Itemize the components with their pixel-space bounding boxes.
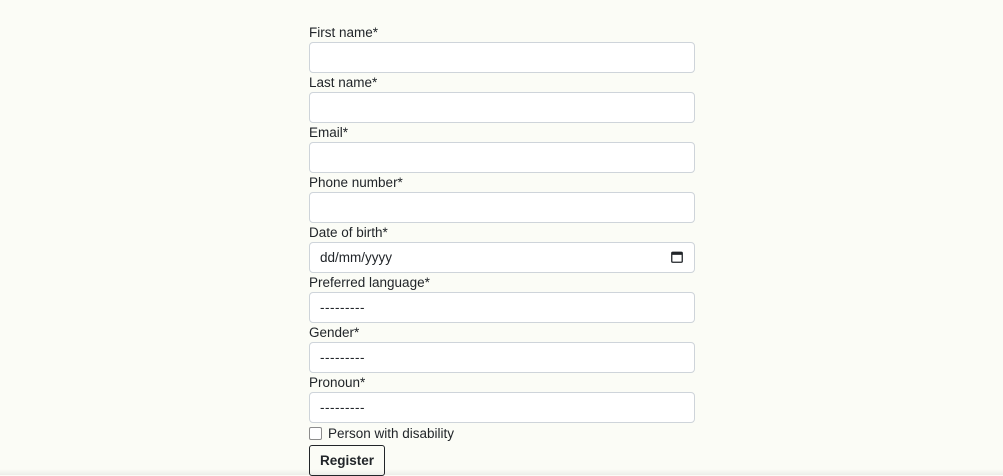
phone-number-label: Phone number* <box>309 175 403 190</box>
gender-label: Gender* <box>309 325 360 340</box>
preferred-language-selected: --------- <box>320 300 365 315</box>
registration-form: First name* Last name* Email* Phone numb… <box>309 24 695 476</box>
phone-number-input[interactable] <box>309 192 695 223</box>
disability-checkbox[interactable] <box>309 427 322 440</box>
disability-checkbox-label[interactable]: Person with disability <box>328 425 454 442</box>
disability-checkbox-row[interactable]: Person with disability <box>309 425 695 442</box>
first-name-input[interactable] <box>309 42 695 73</box>
gender-select[interactable]: --------- <box>309 342 695 373</box>
page-bottom-shadow <box>0 469 1003 475</box>
date-of-birth-input[interactable]: dd/mm/yyyy <box>309 242 695 273</box>
pronoun-selected: --------- <box>320 400 365 415</box>
pronoun-label: Pronoun* <box>309 375 366 390</box>
first-name-label: First name* <box>309 25 379 40</box>
date-of-birth-placeholder: dd/mm/yyyy <box>320 250 393 265</box>
last-name-input[interactable] <box>309 92 695 123</box>
pronoun-select[interactable]: --------- <box>309 392 695 423</box>
email-input[interactable] <box>309 142 695 173</box>
preferred-language-label: Preferred language* <box>309 275 430 290</box>
preferred-language-select[interactable]: --------- <box>309 292 695 323</box>
last-name-label: Last name* <box>309 75 378 90</box>
date-of-birth-label: Date of birth* <box>309 225 388 240</box>
email-label: Email* <box>309 125 349 140</box>
gender-selected: --------- <box>320 350 365 365</box>
calendar-icon[interactable] <box>671 251 683 263</box>
